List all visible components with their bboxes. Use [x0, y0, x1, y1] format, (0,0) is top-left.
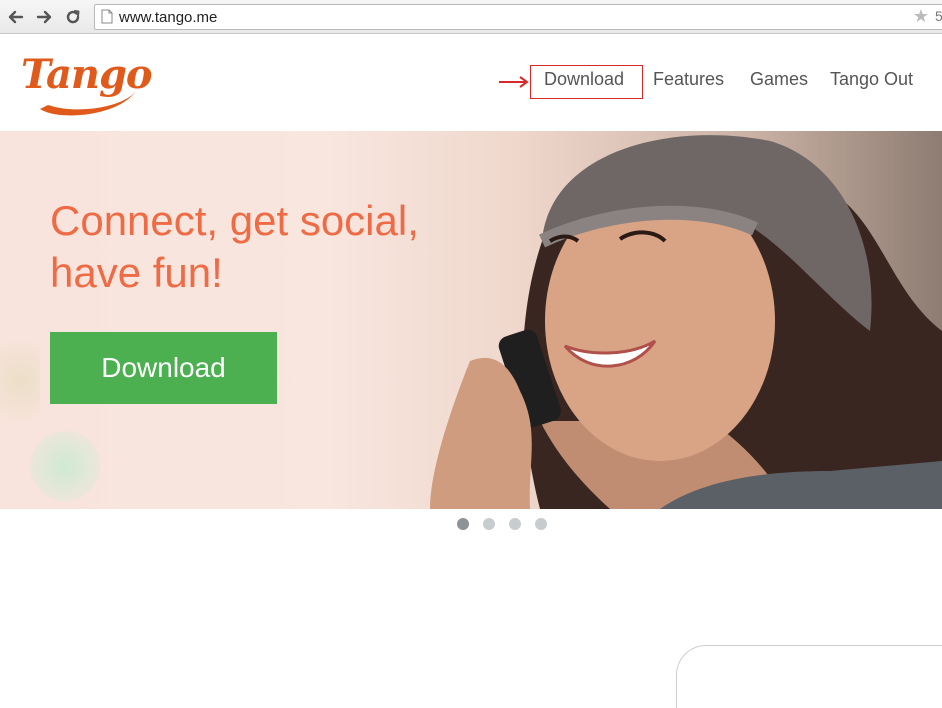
arrow-right-icon	[36, 10, 52, 24]
arrow-left-icon	[8, 10, 24, 24]
bokeh-light	[30, 431, 100, 501]
reload-button[interactable]	[63, 7, 83, 27]
tango-logo[interactable]: Tango	[18, 47, 153, 119]
page-icon	[101, 9, 113, 24]
hero-photo	[430, 135, 942, 509]
url-text[interactable]: www.tango.me	[119, 9, 217, 26]
extension-icon[interactable]: 5	[935, 8, 942, 24]
logo-swoosh	[40, 91, 136, 116]
carousel-dot-3[interactable]	[509, 518, 521, 530]
annotation-arrow-icon	[499, 76, 529, 88]
reload-icon	[66, 10, 80, 24]
forward-button[interactable]	[34, 7, 54, 27]
content-card-edge	[676, 645, 942, 708]
hero-headline: Connect, get social, have fun!	[50, 195, 490, 299]
star-icon[interactable]: ★	[913, 6, 929, 27]
site-header: Tango Download Features Games Tango Out	[0, 35, 942, 131]
carousel-dot-2[interactable]	[483, 518, 495, 530]
address-bar[interactable]: www.tango.me ★ 5	[94, 4, 942, 30]
hero-banner: Connect, get social, have fun! Download	[0, 131, 942, 509]
nav-features[interactable]: Features	[653, 69, 724, 90]
carousel-dot-4[interactable]	[535, 518, 547, 530]
bokeh-light	[0, 341, 40, 421]
nav-tango-out[interactable]: Tango Out	[830, 69, 913, 90]
hero-download-button[interactable]: Download	[50, 332, 277, 404]
carousel-dot-1[interactable]	[457, 518, 469, 530]
back-button[interactable]	[6, 7, 26, 27]
hero-headline-line1: Connect, get social,	[50, 197, 419, 244]
browser-toolbar: www.tango.me ★ 5	[0, 0, 942, 34]
nav-download[interactable]: Download	[544, 69, 624, 90]
hero-headline-line2: have fun!	[50, 249, 223, 296]
nav-games[interactable]: Games	[750, 69, 808, 90]
